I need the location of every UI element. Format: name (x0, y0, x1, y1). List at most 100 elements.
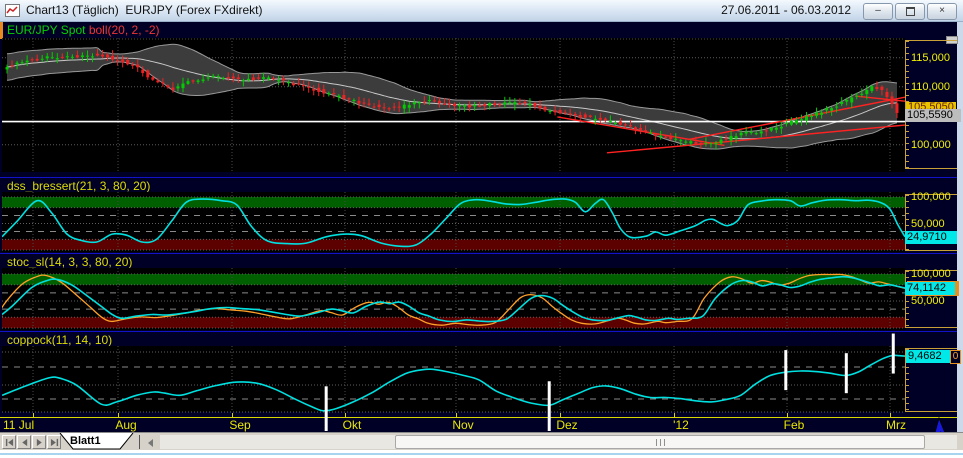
candle-body (533, 103, 536, 107)
candle-body (760, 131, 763, 133)
candle-body (46, 56, 49, 58)
candle-body (222, 78, 225, 79)
candle-body (26, 61, 29, 63)
candle-body (327, 93, 330, 94)
candle-body (810, 116, 813, 117)
minimize-button[interactable]: – (863, 3, 893, 20)
candle-body (81, 55, 84, 57)
restore-button[interactable] (895, 3, 925, 20)
dss-value-marker: 24,9710 (905, 231, 957, 244)
candle-body (820, 113, 823, 115)
sheet-tab-bar: Blatt1 (0, 432, 963, 450)
bollinger-indicator-label: boll(20, 2, -2) (89, 23, 160, 37)
candle-body (378, 105, 381, 107)
candle-body (181, 84, 184, 89)
overbought-zone (2, 197, 905, 208)
candle-body (538, 106, 541, 109)
time-axis-tick (33, 413, 34, 417)
time-axis-label: 11 Jul (3, 418, 49, 432)
candle-body (704, 143, 707, 144)
candle-body (36, 59, 39, 61)
indicator-axis-label: 100,000 (911, 268, 951, 280)
candle-body (146, 70, 149, 77)
candle-body (795, 120, 798, 123)
main-panel-title: EUR/JPY Spot boll(20, 2, -2) (7, 23, 160, 37)
candle-body (176, 86, 179, 88)
tab-nav-prev-button[interactable] (17, 435, 31, 449)
candle-body (252, 77, 255, 79)
tab-scroll-left-icon[interactable] (148, 439, 153, 447)
candle-body (388, 108, 391, 109)
candle-body (569, 113, 572, 114)
candle-body (528, 104, 531, 105)
candle-body (815, 113, 818, 116)
candle-body (11, 65, 14, 66)
candle-body (493, 103, 496, 105)
candle-body (141, 70, 144, 73)
candle-body (860, 94, 863, 95)
horizontal-scrollbar-track[interactable] (160, 435, 957, 449)
stochastic-indicator-plot[interactable] (2, 268, 905, 330)
candle-body (151, 77, 154, 79)
candle-body (865, 90, 868, 94)
panel-separator (0, 331, 957, 332)
candle-body (312, 89, 315, 91)
candle-body (714, 143, 717, 145)
candle-body (559, 110, 562, 113)
candle-body (458, 105, 461, 106)
scrollbar-grip (660, 439, 661, 446)
candle-body (91, 56, 94, 57)
candle-body (825, 108, 828, 110)
time-axis[interactable]: 11 JulAugSepOktNovDez'12FebMrz (0, 412, 957, 432)
time-axis-tick (890, 413, 891, 417)
price-chart-plot[interactable] (2, 38, 905, 172)
candle-body (745, 132, 748, 134)
price-axis-label: 115,000 (911, 52, 950, 64)
candle-body (709, 143, 712, 144)
candle-body (257, 77, 260, 78)
candle-body (468, 105, 471, 108)
horizontal-scrollbar-thumb[interactable] (395, 435, 925, 449)
tab-blatt1-label[interactable]: Blatt1 (70, 435, 101, 447)
candle-body (21, 62, 24, 63)
candle-body (483, 104, 486, 106)
app-chart-icon (5, 4, 20, 17)
tab-nav-next-button[interactable] (32, 435, 46, 449)
candle-body (659, 136, 662, 137)
window-titlebar[interactable]: Chart13 (Täglich) EURJPY (Forex FXdirekt… (0, 0, 963, 22)
window-right-border (957, 22, 963, 432)
candle-body (674, 139, 677, 140)
candle-body (694, 142, 697, 144)
candle-body (775, 128, 778, 130)
candle-body (342, 95, 345, 99)
candle-body (192, 80, 195, 81)
candle-body (171, 88, 174, 90)
candle-body (644, 130, 647, 131)
tab-nav-first-button[interactable] (2, 435, 16, 449)
close-button[interactable]: × (927, 3, 957, 20)
candle-body (166, 85, 169, 87)
candle-body (317, 88, 320, 92)
candle-body (629, 125, 632, 126)
stochastic-panel-title: stoc_sl(14, 3, 3, 80, 20) (7, 255, 132, 269)
candle-body (880, 87, 883, 90)
time-axis-label: Okt (332, 418, 372, 432)
candle-body (885, 92, 888, 97)
candle-body (875, 87, 878, 89)
dss-indicator-plot[interactable] (2, 192, 905, 252)
candle-body (785, 123, 788, 124)
candle-body (503, 103, 506, 105)
candle-body (227, 77, 230, 78)
candle-body (237, 77, 240, 79)
stochastic-value-marker: 74,1142 (905, 282, 955, 295)
time-axis-tick (456, 413, 457, 417)
candle-body (604, 119, 607, 121)
candle-body (544, 107, 547, 111)
candle-body (71, 57, 74, 58)
candle-body (805, 116, 808, 120)
candle-body (202, 79, 205, 80)
time-axis-label: Nov (443, 418, 483, 432)
candle-body (855, 96, 858, 97)
indicator-axis-label: 50,000 (911, 218, 945, 230)
candle-body (116, 60, 119, 61)
